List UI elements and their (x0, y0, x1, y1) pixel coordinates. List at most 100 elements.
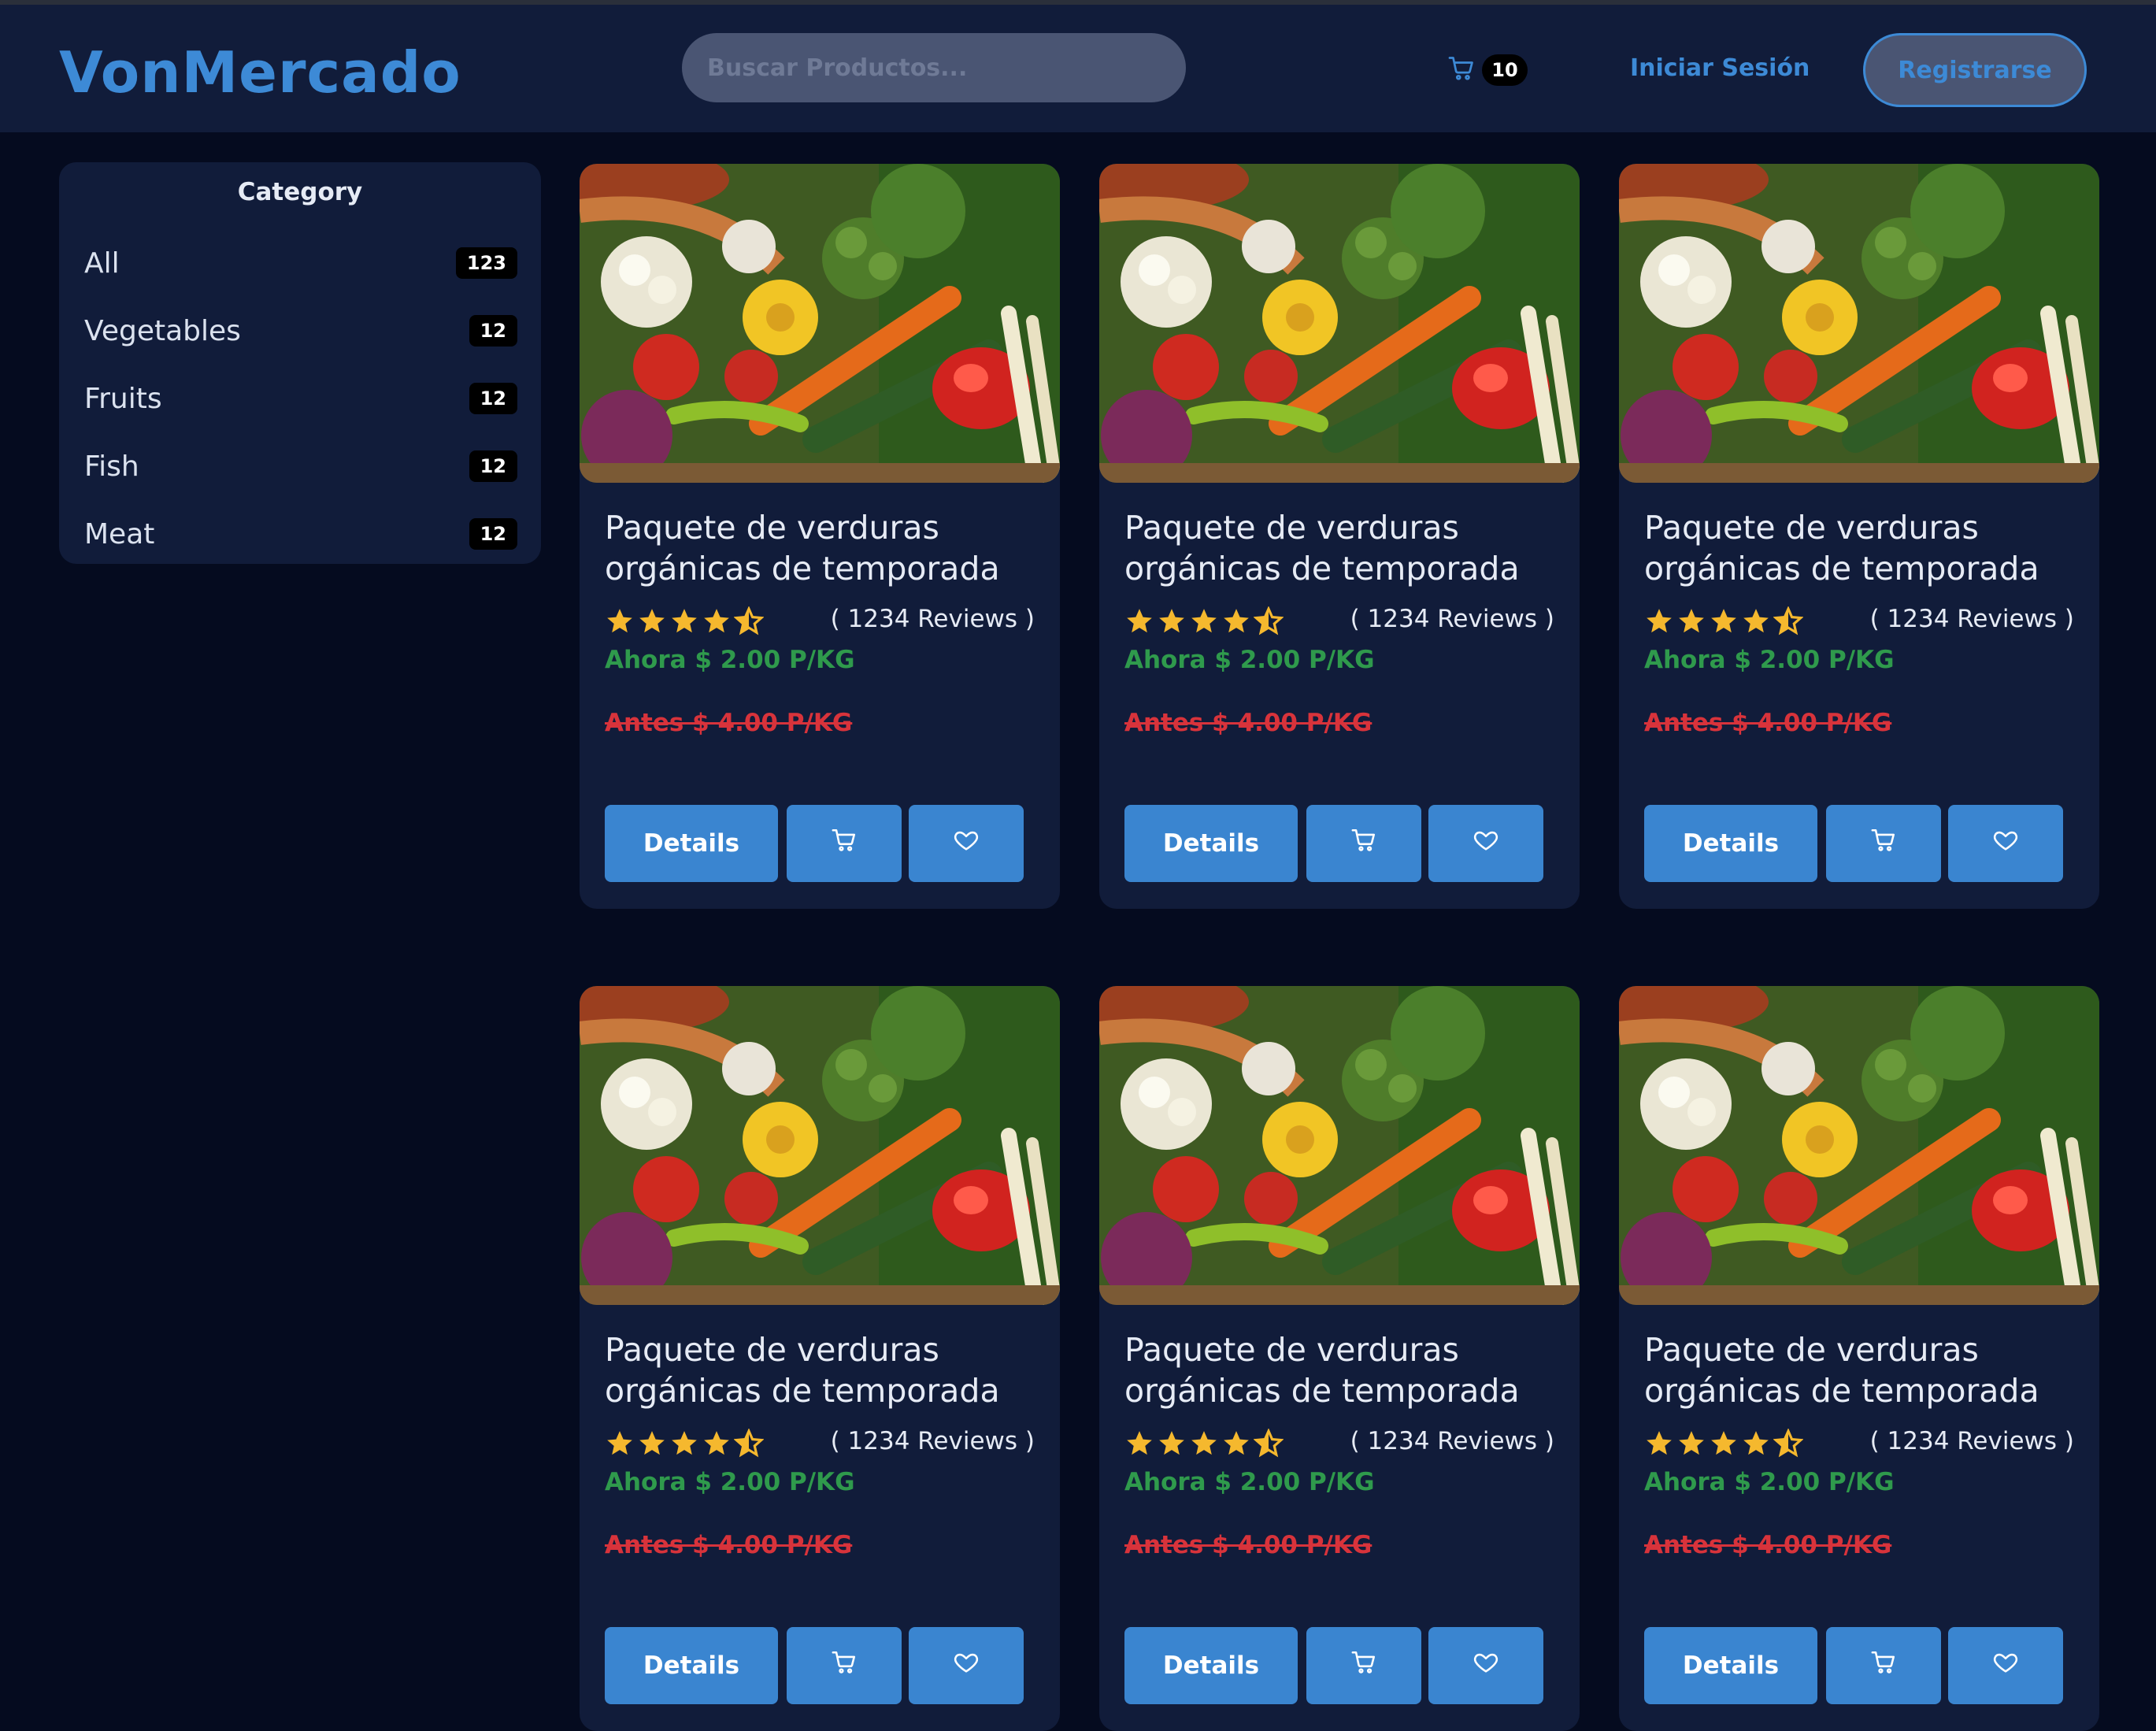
favorite-button[interactable] (1428, 805, 1543, 882)
category-label: Vegetables (84, 314, 241, 347)
product-image[interactable] (580, 986, 1060, 1305)
navbar: VonMercado 10 Iniciar Sesión Registrarse (0, 5, 2156, 132)
star-icon (702, 1429, 734, 1460)
star-half-icon (1773, 606, 1806, 638)
star-icon (669, 606, 702, 638)
product-title[interactable]: Paquete de verduras orgánicas de tempora… (1644, 507, 2085, 589)
category-item-vegetables[interactable]: Vegetables 12 (84, 307, 517, 354)
price-before: Antes $ 4.00 P/KG (1644, 709, 1892, 737)
login-link[interactable]: Iniciar Sesión (1630, 49, 1810, 88)
price-before: Antes $ 4.00 P/KG (1124, 709, 1373, 737)
star-icon (605, 1429, 637, 1460)
star-icon (1676, 606, 1709, 638)
product-title[interactable]: Paquete de verduras orgánicas de tempora… (605, 507, 1046, 589)
product-title[interactable]: Paquete de verduras orgánicas de tempora… (1644, 1329, 2085, 1411)
details-button[interactable]: Details (1124, 1627, 1298, 1704)
category-item-fruits[interactable]: Fruits 12 (84, 375, 517, 422)
star-icon (702, 606, 734, 638)
category-item-meat[interactable]: Meat 12 (84, 510, 517, 558)
star-icon (1189, 1429, 1221, 1460)
heart-icon (953, 1649, 980, 1682)
product-title[interactable]: Paquete de verduras orgánicas de tempora… (1124, 507, 1565, 589)
star-half-icon (1253, 1428, 1286, 1460)
star-half-icon (1773, 1428, 1806, 1460)
star-icon (637, 1429, 669, 1460)
price-now: Ahora $ 2.00 P/KG (1124, 1468, 1375, 1496)
category-item-all[interactable]: All 123 (84, 239, 517, 287)
star-half-icon (1253, 606, 1286, 638)
details-button[interactable]: Details (1644, 1627, 1817, 1704)
star-icon (669, 1429, 702, 1460)
add-to-cart-button[interactable] (1306, 805, 1421, 882)
product-card[interactable]: Paquete de verduras orgánicas de tempora… (580, 164, 1060, 909)
search-input[interactable] (682, 33, 1186, 102)
product-card[interactable]: Paquete de verduras orgánicas de tempora… (1099, 164, 1580, 909)
category-label: Fruits (84, 382, 162, 415)
favorite-button[interactable] (909, 1627, 1024, 1704)
product-image[interactable] (1619, 986, 2099, 1305)
category-count-badge: 123 (455, 247, 517, 279)
details-button[interactable]: Details (1124, 805, 1298, 882)
category-label: All (84, 246, 120, 280)
cart-icon (1350, 827, 1377, 860)
add-to-cart-button[interactable] (1826, 805, 1941, 882)
product-card[interactable]: Paquete de verduras orgánicas de tempora… (1619, 986, 2099, 1731)
heart-icon (1992, 1649, 2019, 1682)
product-card[interactable]: Paquete de verduras orgánicas de tempora… (580, 986, 1060, 1731)
price-before: Antes $ 4.00 P/KG (605, 709, 853, 737)
cart-icon (1870, 1649, 1897, 1682)
star-icon (605, 606, 637, 638)
details-button[interactable]: Details (605, 1627, 778, 1704)
logo[interactable]: VonMercado (59, 35, 461, 110)
price-now: Ahora $ 2.00 P/KG (1124, 646, 1375, 674)
cart-icon (1350, 1649, 1377, 1682)
review-count: ( 1234 Reviews ) (1350, 605, 1554, 633)
favorite-button[interactable] (1948, 805, 2063, 882)
rating-stars (605, 1428, 766, 1460)
rating-stars (1644, 1428, 1806, 1460)
review-count: ( 1234 Reviews ) (1350, 1427, 1554, 1455)
favorite-button[interactable] (909, 805, 1024, 882)
category-count-badge: 12 (469, 450, 517, 482)
star-icon (637, 606, 669, 638)
favorite-button[interactable] (1948, 1627, 2063, 1704)
cart-icon (1870, 827, 1897, 860)
price-now: Ahora $ 2.00 P/KG (605, 1468, 855, 1496)
details-button[interactable]: Details (605, 805, 778, 882)
product-image[interactable] (1099, 164, 1580, 483)
price-now: Ahora $ 2.00 P/KG (1644, 646, 1895, 674)
heart-icon (953, 827, 980, 860)
register-button[interactable]: Registrarse (1863, 33, 2087, 107)
product-card[interactable]: Paquete de verduras orgánicas de tempora… (1099, 986, 1580, 1731)
cart-icon (1447, 54, 1476, 86)
review-count: ( 1234 Reviews ) (1869, 605, 2074, 633)
category-label: Meat (84, 517, 155, 550)
star-icon (1124, 606, 1157, 638)
product-image[interactable] (1099, 986, 1580, 1305)
star-icon (1741, 606, 1773, 638)
star-icon (1157, 606, 1189, 638)
details-button[interactable]: Details (1644, 805, 1817, 882)
category-label: Fish (84, 450, 139, 483)
review-count: ( 1234 Reviews ) (830, 605, 1035, 633)
add-to-cart-button[interactable] (1826, 1627, 1941, 1704)
product-card[interactable]: Paquete de verduras orgánicas de tempora… (1619, 164, 2099, 909)
product-image[interactable] (1619, 164, 2099, 483)
price-now: Ahora $ 2.00 P/KG (1644, 1468, 1895, 1496)
add-to-cart-button[interactable] (787, 805, 902, 882)
favorite-button[interactable] (1428, 1627, 1543, 1704)
add-to-cart-button[interactable] (1306, 1627, 1421, 1704)
price-before: Antes $ 4.00 P/KG (1644, 1531, 1892, 1559)
add-to-cart-button[interactable] (787, 1627, 902, 1704)
product-title[interactable]: Paquete de verduras orgánicas de tempora… (605, 1329, 1046, 1411)
product-image[interactable] (580, 164, 1060, 483)
rating-stars (1124, 606, 1286, 638)
category-item-fish[interactable]: Fish 12 (84, 443, 517, 490)
price-now: Ahora $ 2.00 P/KG (605, 646, 855, 674)
star-icon (1644, 1429, 1676, 1460)
rating-stars (605, 606, 766, 638)
star-icon (1189, 606, 1221, 638)
cart-button[interactable]: 10 (1447, 52, 1528, 88)
heart-icon (1473, 827, 1499, 860)
product-title[interactable]: Paquete de verduras orgánicas de tempora… (1124, 1329, 1565, 1411)
